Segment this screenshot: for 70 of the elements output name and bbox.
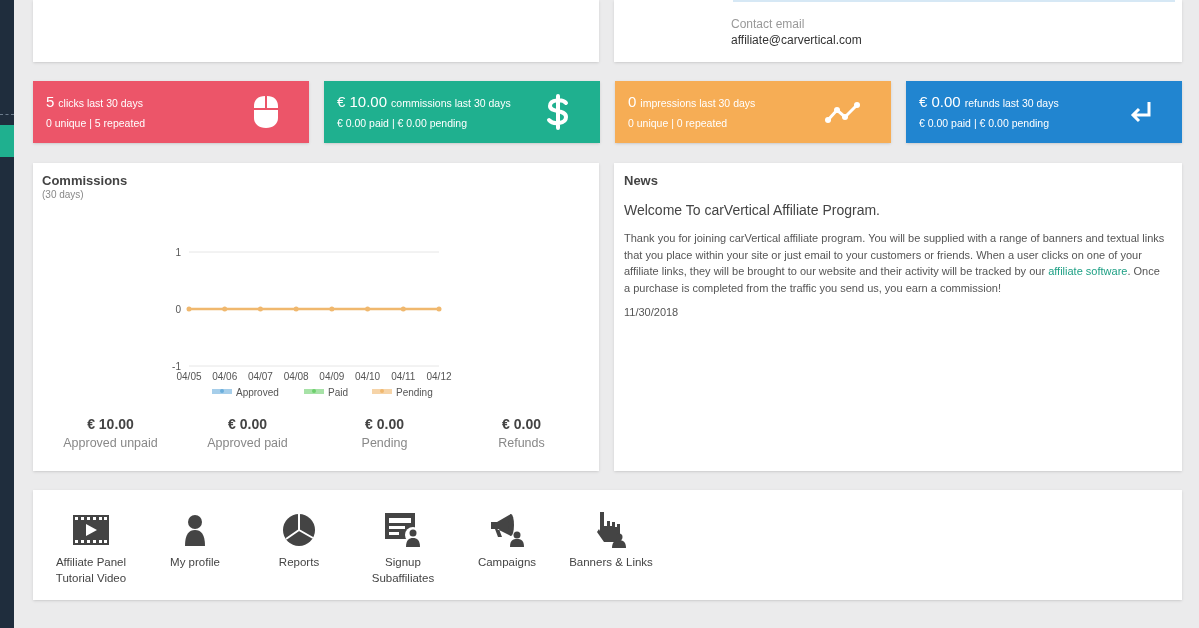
stat-detail: € 0.00 paid | € 0.00 pending [337, 116, 468, 132]
news-date: 11/30/2018 [624, 305, 680, 320]
axis-tick-label: 04/08 [283, 371, 309, 382]
legend-swatch [372, 389, 392, 394]
axis-tick-label: 04/11 [391, 371, 416, 382]
shortcut-button[interactable]: Reports [247, 512, 351, 600]
person-icon [183, 514, 207, 546]
total-label: Refunds [498, 435, 545, 452]
card-title: Commissions [42, 173, 129, 189]
stat-value: € 10.00 [337, 92, 388, 113]
data-point [365, 306, 371, 312]
axis-tick-label: 1 [175, 247, 181, 258]
stat-label: impressions last 30 days [640, 96, 756, 112]
stat-value: 5 [46, 92, 55, 113]
data-point [186, 306, 192, 312]
shortcut-button[interactable]: Affiliate Panel Tutorial Video [39, 512, 143, 600]
data-point [257, 306, 263, 312]
total-amount: € 0.00 [365, 415, 404, 433]
legend-swatch [212, 389, 232, 394]
dollar-icon [546, 94, 570, 130]
data-point [293, 306, 299, 312]
stat-value: € 0.00 [919, 92, 961, 113]
news-text: Thank you for joining carVertical affiliate program. You will be supplied with a range of banners and textual links that you place within your site or just email to your customers or friends. When a user clicks on one of your affiliate links, they will be brought to our website and their activity will be tracked by our affiliate software. Once a purchase is completed from the traffic you send us, you earn a commission! [624, 231, 1166, 296]
axis-tick-label: 04/06 [212, 371, 238, 382]
data-point [400, 306, 406, 312]
total-amount: € 0.00 [228, 415, 267, 433]
legend-label: Pending [396, 387, 433, 398]
shortcut-button[interactable]: Signup Subaffiliates [351, 512, 455, 600]
data-point [222, 306, 228, 312]
contact-email: affiliate@carvertical.com [731, 32, 863, 48]
shortcut-button[interactable]: My profile [143, 512, 247, 600]
stat-label: clicks last 30 days [58, 96, 143, 112]
stat-detail: 0 unique | 0 repeated [628, 116, 729, 132]
stat-detail: 0 unique | 5 repeated [46, 116, 147, 132]
axis-tick-label: 04/10 [355, 371, 381, 382]
stat-label: refunds last 30 days [964, 96, 1059, 112]
form-person-icon [385, 513, 421, 547]
axis-tick-label: 04/05 [176, 371, 202, 382]
axis-tick-label: 04/12 [426, 371, 452, 382]
news-headline: Welcome To carVertical Affiliate Program. [624, 201, 881, 219]
sidebar-active-item[interactable] [0, 125, 14, 157]
axis-tick-label: 04/09 [319, 371, 345, 382]
card-title: News [624, 173, 659, 189]
return-arrow-icon [1130, 101, 1152, 123]
shortcut-button[interactable]: Campaigns [455, 512, 559, 600]
card-subtitle: (30 days) [42, 189, 85, 201]
total-label: Approved paid [207, 435, 288, 452]
trend-line-icon [825, 101, 861, 123]
axis-tick-label: 0 [175, 304, 181, 315]
total-amount: € 10.00 [87, 415, 134, 433]
total-label: Pending [361, 435, 408, 452]
stat-value: 0 [628, 92, 637, 113]
total-amount: € 0.00 [502, 415, 541, 433]
axis-tick-label: -1 [172, 361, 181, 372]
stat-label: commissions last 30 days [391, 96, 511, 112]
film-play-icon [73, 515, 109, 545]
legend-swatch [304, 389, 324, 394]
pointing-hand-person-icon [595, 512, 627, 548]
megaphone-person-icon [489, 513, 525, 547]
legend-label: Approved [236, 387, 279, 398]
contact-email-label: Contact email [731, 16, 806, 32]
data-point [329, 306, 335, 312]
axis-tick-label: 04/07 [247, 371, 273, 382]
mouse-icon [253, 95, 279, 129]
total-label: Approved unpaid [63, 435, 158, 452]
shortcut-button[interactable]: Banners & Links [559, 512, 663, 600]
pie-chart-icon [283, 514, 315, 546]
stat-detail: € 0.00 paid | € 0.00 pending [919, 116, 1050, 132]
data-point [436, 306, 442, 312]
legend-label: Paid [328, 387, 348, 398]
